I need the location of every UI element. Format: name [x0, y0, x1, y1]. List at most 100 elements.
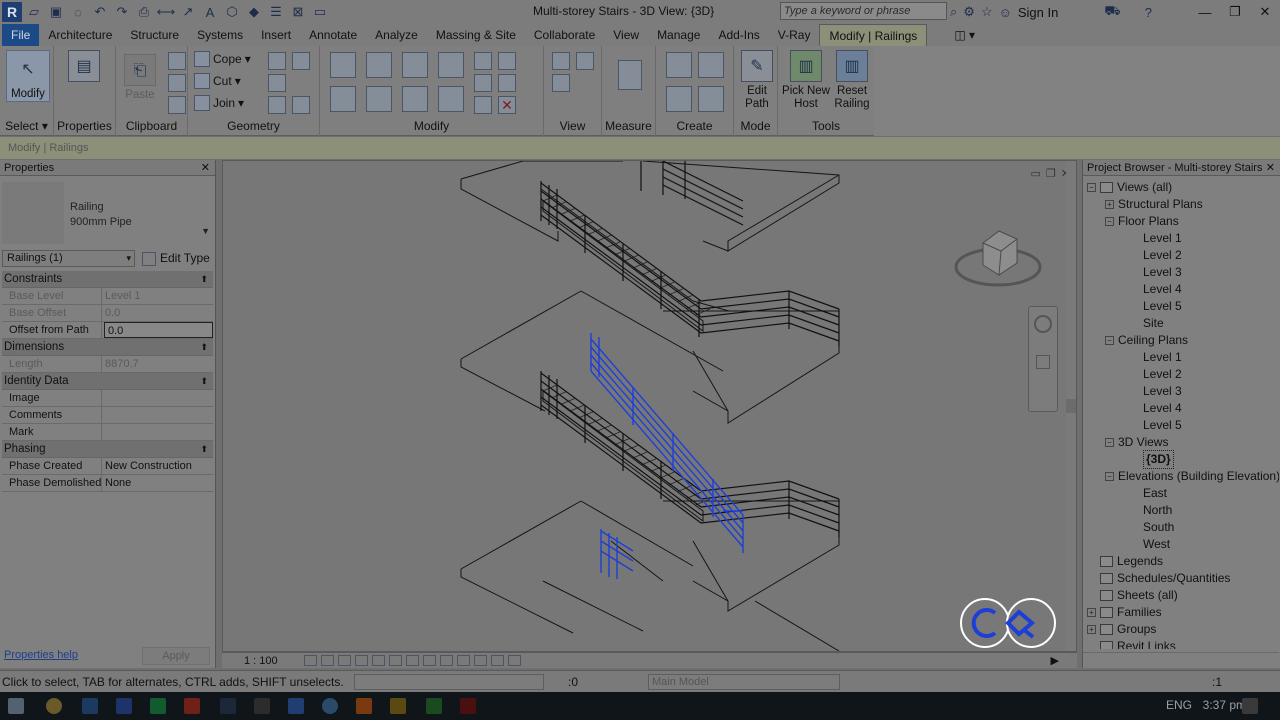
pick-new-host-button[interactable]: ▥ Pick New Host: [780, 50, 832, 111]
rendering-icon[interactable]: [372, 655, 385, 666]
expand-icon[interactable]: +: [1087, 625, 1096, 634]
browser-tree-item[interactable]: Level 1: [1143, 349, 1182, 366]
modify-button[interactable]: ↖ Modify: [6, 50, 50, 102]
select-panel-label[interactable]: Select ▾: [0, 119, 53, 133]
favorites-icon[interactable]: ☆: [981, 4, 993, 20]
browser-tree-item[interactable]: North: [1143, 502, 1172, 519]
sync-icon[interactable]: ◌: [68, 2, 88, 22]
browser-tree-item[interactable]: Level 4: [1143, 281, 1182, 298]
cope-button[interactable]: Cope ▾: [194, 51, 251, 67]
windows-start-icon[interactable]: [8, 698, 24, 714]
browser-tree-item[interactable]: Level 2: [1143, 247, 1182, 264]
worksharing-icon[interactable]: [491, 655, 504, 666]
open-icon[interactable]: ▱: [24, 2, 44, 22]
trim-icon[interactable]: [438, 86, 464, 112]
tab-add-ins[interactable]: Add-Ins: [709, 24, 768, 46]
workset-selector[interactable]: [354, 674, 544, 690]
revit-logo-icon[interactable]: R: [2, 2, 22, 22]
override-icon[interactable]: [576, 52, 594, 70]
cart-icon[interactable]: ⛟: [1104, 3, 1120, 21]
close-icon[interactable]: ✕: [201, 160, 210, 176]
paint-icon[interactable]: [268, 74, 286, 92]
browser-tree-item[interactable]: Schedules/Quantities: [1087, 570, 1230, 587]
viewcube-icon[interactable]: [953, 223, 1043, 295]
property-value[interactable]: New Construction: [102, 458, 213, 474]
search-input[interactable]: Type a keyword or phrase: [780, 2, 947, 20]
tab-architecture[interactable]: Architecture: [39, 24, 121, 46]
tab-vray[interactable]: V-Ray: [769, 24, 820, 46]
offset-icon[interactable]: [366, 52, 392, 78]
expand-icon[interactable]: +: [1087, 608, 1096, 617]
browser-tree-item[interactable]: + Structural Plans: [1105, 196, 1203, 213]
3d-view-icon[interactable]: ⬡: [222, 2, 242, 22]
demolish-icon[interactable]: [268, 96, 286, 114]
create-similar-icon[interactable]: [666, 52, 692, 78]
collapse-icon[interactable]: −: [1105, 336, 1114, 345]
scroll-right-icon[interactable]: ▶: [1051, 654, 1059, 667]
browser-icon[interactable]: [322, 698, 338, 714]
browser-tree-item[interactable]: + Groups: [1087, 621, 1156, 638]
browser-horizontal-scrollbar[interactable]: [1083, 652, 1279, 666]
tab-collaborate[interactable]: Collaborate: [525, 24, 604, 46]
join-button[interactable]: Join ▾: [194, 95, 244, 111]
subscription-icon[interactable]: ⚙: [963, 4, 975, 20]
browser-tree-item[interactable]: Level 1: [1143, 230, 1182, 247]
sun-path-icon[interactable]: [338, 655, 351, 666]
collapse-icon[interactable]: ⬆: [200, 271, 208, 288]
pin-icon[interactable]: [474, 96, 492, 114]
create-assembly-icon[interactable]: [698, 52, 724, 78]
chrome-icon[interactable]: [46, 698, 62, 714]
print-icon[interactable]: ⎙: [134, 2, 154, 22]
recorder-icon[interactable]: [460, 698, 476, 714]
language-indicator[interactable]: ENG: [1166, 698, 1192, 712]
tab-structure[interactable]: Structure: [121, 24, 188, 46]
view-scale[interactable]: 1 : 100: [244, 655, 304, 667]
property-group-header[interactable]: Identity Data ⬆: [2, 373, 213, 390]
browser-tree-item[interactable]: Level 5: [1143, 298, 1182, 315]
close-icon[interactable]: ✕: [1266, 160, 1275, 176]
minimize-icon[interactable]: —: [1190, 0, 1220, 24]
tab-annotate[interactable]: Annotate: [300, 24, 366, 46]
browser-tree-item[interactable]: Sheets (all): [1087, 587, 1178, 604]
browser-tree-item[interactable]: Site: [1143, 315, 1164, 332]
property-value[interactable]: [102, 390, 213, 406]
edit-path-button[interactable]: ✎ Edit Path: [738, 50, 776, 111]
mirror-axis-icon[interactable]: [402, 52, 428, 78]
text-icon[interactable]: A: [200, 2, 220, 22]
browser-tree-item[interactable]: Level 2: [1143, 366, 1182, 383]
help-icon[interactable]: ?: [1145, 5, 1152, 20]
mirror-draw-icon[interactable]: [438, 52, 464, 78]
properties-button[interactable]: ▤: [68, 50, 100, 85]
binoculars-icon[interactable]: ⌕: [950, 4, 957, 20]
browser-tree-item[interactable]: − Ceiling Plans: [1105, 332, 1188, 349]
scrollbar-thumb[interactable]: [1066, 399, 1076, 413]
user-icon[interactable]: ☺: [999, 5, 1012, 20]
save-icon[interactable]: ▣: [46, 2, 66, 22]
hide-icon[interactable]: [552, 52, 570, 70]
wall-joins-icon[interactable]: [292, 52, 310, 70]
tab-manage[interactable]: Manage: [648, 24, 709, 46]
split-face-icon[interactable]: [268, 52, 286, 70]
split-gap-icon[interactable]: [498, 52, 516, 70]
photoshop-icon[interactable]: [220, 698, 236, 714]
cut-clip-icon[interactable]: [168, 52, 186, 70]
chevron-down-icon[interactable]: ▼: [201, 226, 210, 236]
thin-lines-icon[interactable]: ☰: [266, 2, 286, 22]
collapse-icon[interactable]: ⬆: [200, 339, 208, 356]
browser-tree-item[interactable]: Level 3: [1143, 264, 1182, 281]
copy-clip-icon[interactable]: [168, 74, 186, 92]
measure-icon[interactable]: ⟷: [156, 2, 176, 22]
reset-railing-button[interactable]: ▥ Reset Railing: [832, 50, 872, 111]
switch-windows-icon[interactable]: ▭: [310, 2, 330, 22]
media-icon[interactable]: [426, 698, 442, 714]
browser-tree-item[interactable]: − Floor Plans: [1105, 213, 1179, 230]
browser-tree-item[interactable]: Legends: [1087, 553, 1163, 570]
temp-hide-icon[interactable]: [440, 655, 453, 666]
collapse-icon[interactable]: −: [1105, 438, 1114, 447]
tab-insert[interactable]: Insert: [252, 24, 300, 46]
design-option-selector[interactable]: Main Model: [648, 674, 840, 690]
crop-view-icon[interactable]: [389, 655, 402, 666]
sign-in-link[interactable]: Sign In: [1018, 5, 1058, 20]
tab-systems[interactable]: Systems: [188, 24, 252, 46]
shadows-icon[interactable]: [355, 655, 368, 666]
